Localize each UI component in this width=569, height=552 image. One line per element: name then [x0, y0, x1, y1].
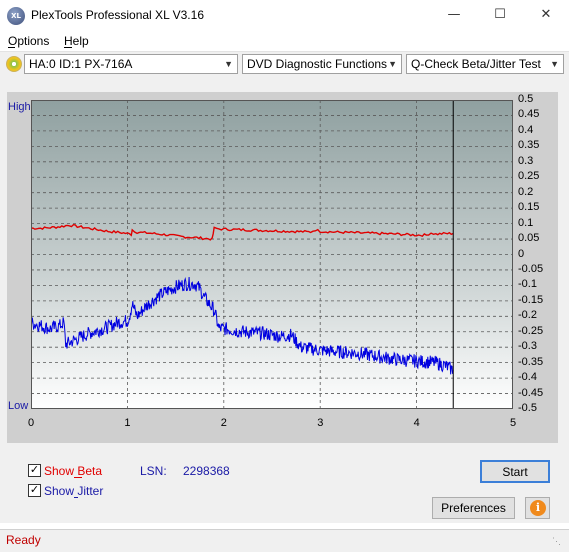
y-tick-label: 0.25 [518, 170, 540, 183]
test-select[interactable]: Q-Check Beta/Jitter Test ▼ [406, 54, 564, 74]
x-tick-label: 4 [413, 417, 420, 429]
close-icon[interactable]: ✕ [523, 0, 569, 31]
y-tick-label: -0.15 [518, 293, 544, 306]
show-beta-accelerator [74, 477, 82, 478]
lsn-label: LSN: [140, 464, 167, 478]
lsn-value: 2298368 [183, 464, 230, 478]
y-tick-label: 0.15 [518, 201, 540, 214]
preferences-button[interactable]: Preferences [432, 497, 515, 519]
axis-low-label: Low [8, 400, 29, 412]
x-tick-label: 0 [28, 417, 35, 429]
y-tick-label: -0.3 [518, 340, 537, 353]
menu-options-label: Options [8, 34, 50, 48]
test-select-value: Q-Check Beta/Jitter Test [411, 57, 541, 71]
y-tick-label: -0.4 [518, 371, 537, 384]
minimize-icon[interactable]: — [431, 0, 477, 31]
window-title: PlexTools Professional XL V3.16 [31, 8, 204, 22]
start-button[interactable]: Start [480, 460, 550, 483]
y-tick-label: 0 [518, 247, 525, 260]
status-bar: Ready [0, 529, 569, 552]
y-tick-label: -0.5 [518, 402, 537, 414]
y-tick-label: -0.2 [518, 309, 537, 322]
x-tick-label: 3 [317, 417, 324, 429]
y-tick-label: -0.1 [518, 278, 537, 291]
menu-options[interactable]: Options [8, 34, 49, 48]
x-tick-label: 5 [510, 417, 517, 429]
show-beta-label[interactable]: Show Beta [44, 464, 102, 478]
menu-options-accelerator [8, 47, 15, 48]
y-tick-label: 0.2 [518, 185, 534, 198]
info-icon: i [530, 500, 546, 516]
menu-help[interactable]: Help [64, 34, 89, 48]
drive-select[interactable]: HA:0 ID:1 PX-716A ▼ [24, 54, 238, 74]
show-jitter-accelerator [74, 497, 78, 498]
function-select[interactable]: DVD Diagnostic Functions ▼ [242, 54, 402, 74]
show-beta-checkbox[interactable]: ✓ [28, 464, 41, 477]
status-text: Ready [6, 533, 41, 547]
show-jitter-label[interactable]: Show Jitter [44, 484, 103, 498]
menu-help-label: Help [64, 34, 89, 48]
function-select-value: DVD Diagnostic Functions [247, 57, 388, 71]
maximize-icon[interactable]: ☐ [477, 0, 523, 31]
y-tick-label: 0.5 [518, 93, 534, 105]
start-button-label: Start [502, 465, 528, 479]
x-tick-label: 2 [220, 417, 227, 429]
chevron-down-icon: ▼ [550, 59, 559, 69]
y-tick-label: -0.35 [518, 355, 544, 368]
y-tick-label: -0.25 [518, 324, 544, 337]
x-tick-label: 1 [124, 417, 131, 429]
y-tick-label: -0.45 [518, 386, 544, 399]
y-tick-label: 0.3 [518, 154, 534, 167]
chevron-down-icon: ▼ [388, 59, 397, 69]
y-tick-label: 0.4 [518, 123, 534, 136]
menu-help-accelerator [64, 47, 72, 48]
app-logo-icon: XL [7, 7, 25, 25]
preferences-button-label: Preferences [441, 501, 506, 515]
y-tick-label: 0.45 [518, 108, 540, 121]
resize-grip-icon[interactable]: ⋱ [552, 536, 564, 548]
drive-select-value: HA:0 ID:1 PX-716A [29, 57, 133, 71]
y-tick-label: 0.1 [518, 216, 534, 229]
y-tick-label: -0.05 [518, 262, 544, 275]
y-tick-label: 0.05 [518, 232, 540, 245]
disc-drive-icon [6, 56, 22, 72]
show-jitter-checkbox[interactable]: ✓ [28, 484, 41, 497]
axis-high-label: High [8, 101, 31, 113]
y-tick-label: 0.35 [518, 139, 540, 152]
beta-jitter-chart [31, 100, 513, 409]
info-button[interactable]: i [525, 497, 550, 519]
chevron-down-icon: ▼ [224, 59, 233, 69]
